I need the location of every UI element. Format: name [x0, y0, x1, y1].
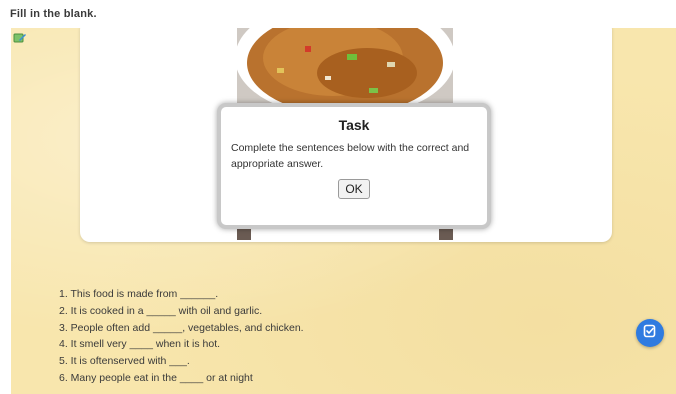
edit-note-icon[interactable] — [13, 31, 27, 43]
check-edit-icon — [643, 324, 657, 343]
activity-stage: Task Complete the sentences below with t… — [11, 28, 676, 394]
sentence-item: 1. This food is made from ______. — [59, 288, 219, 300]
dialog-title: Task — [338, 117, 370, 133]
dialog-message: Complete the sentences below with the co… — [231, 142, 470, 170]
check-edit-button[interactable] — [636, 319, 664, 347]
instruction-text: Fill in the blank. — [10, 8, 97, 20]
sentence-item: 2. It is cooked in a _____ with oil and … — [59, 304, 263, 317]
sentence-item: 3. People often add _____, vegetables, a… — [59, 321, 304, 334]
sentence-list: 1. This food is made from ______. 2. It … — [59, 286, 304, 387]
page: Fill in the blank. Task Complete the sen… — [0, 0, 676, 394]
sentence-item: 6. Many people eat in the ____ or at nig… — [59, 371, 253, 384]
sentence-item: 4. It smell very ____ when it is hot. — [59, 338, 221, 351]
ok-button[interactable]: OK — [338, 179, 370, 199]
sentence-item: 5. It is oftenserved with ___. — [59, 355, 190, 368]
task-dialog: Task Complete the sentences below with t… — [217, 103, 491, 229]
